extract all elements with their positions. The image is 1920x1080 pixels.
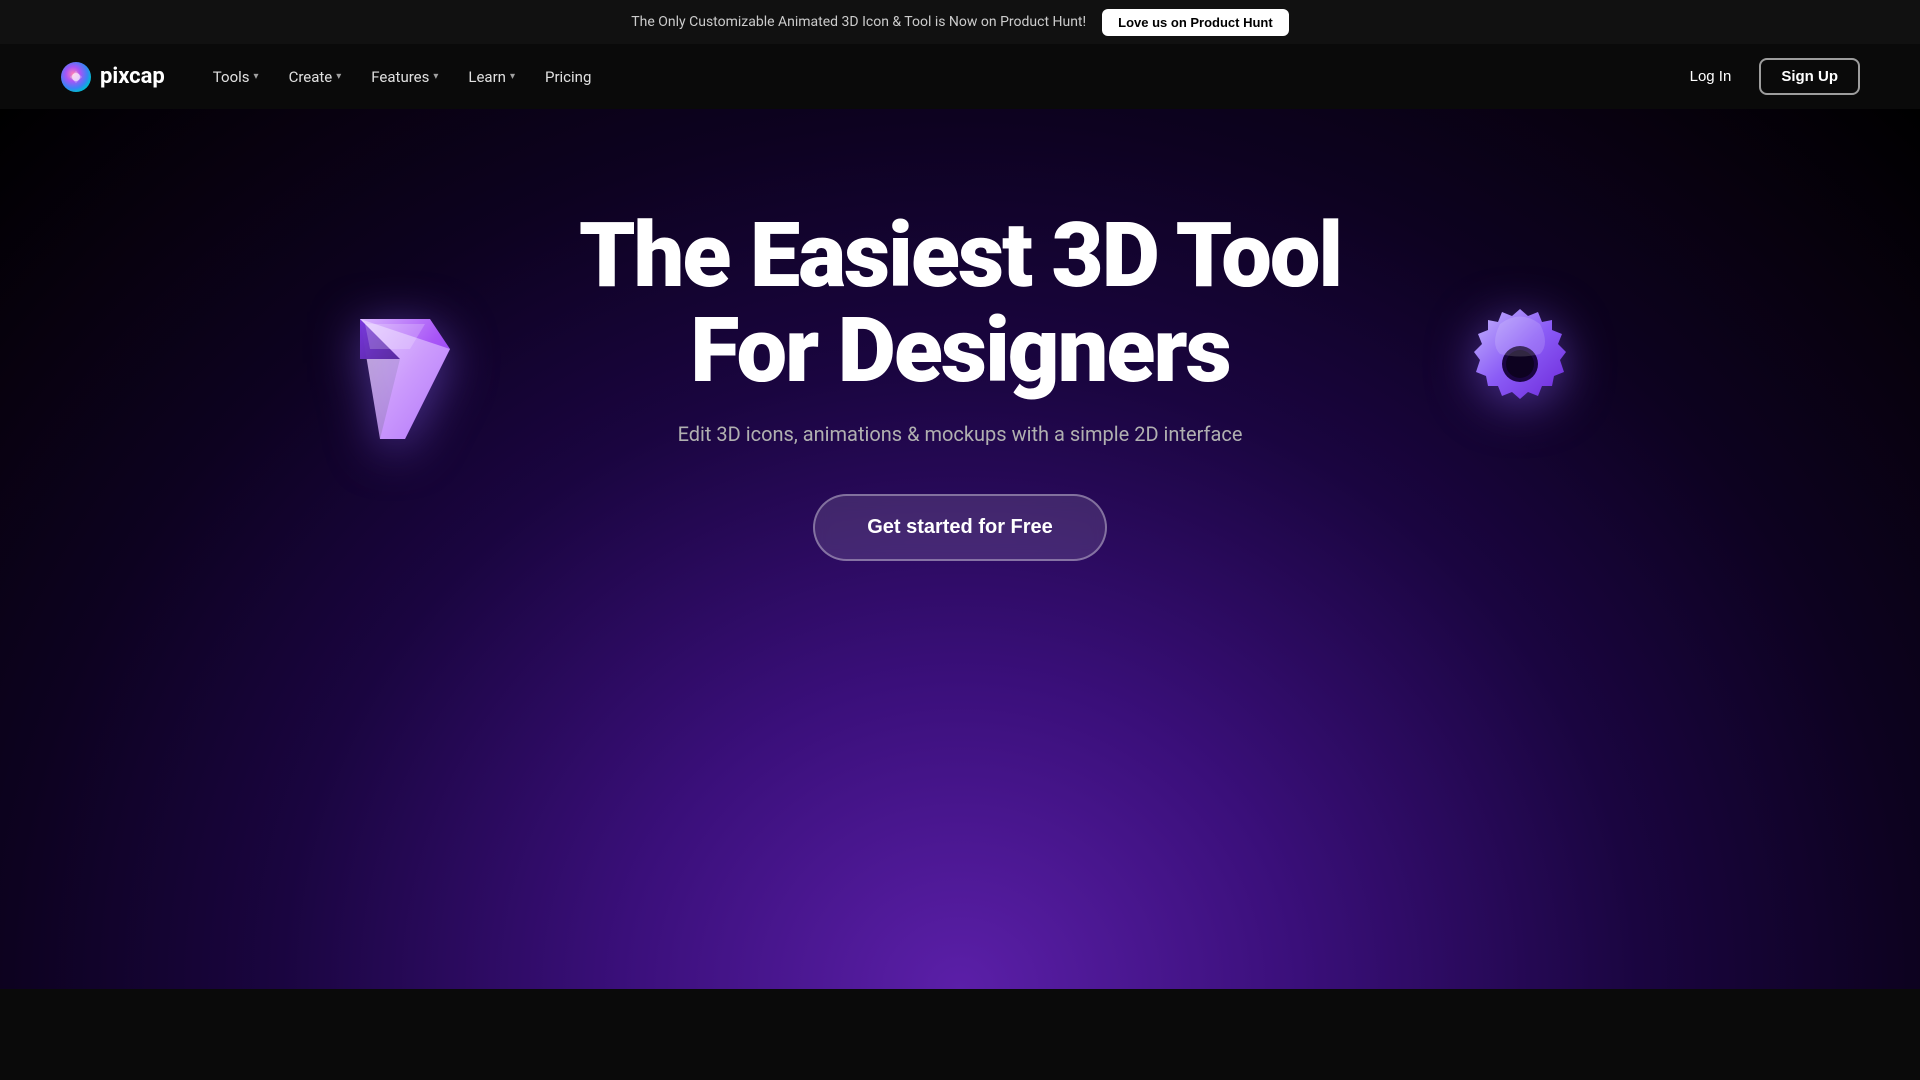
nav-tools-label: Tools xyxy=(213,68,250,86)
chevron-down-icon: ▾ xyxy=(510,71,515,82)
nav-menu: Tools ▾ Create ▾ Features ▾ Learn ▾ Pric… xyxy=(201,60,604,94)
chevron-down-icon: ▾ xyxy=(254,71,259,82)
chevron-down-icon: ▾ xyxy=(336,71,341,82)
signup-button[interactable]: Sign Up xyxy=(1759,58,1860,95)
nav-create-label: Create xyxy=(289,68,333,86)
arrow-3d-decoration xyxy=(340,299,470,459)
hero-content: The Easiest 3D Tool For Designers Edit 3… xyxy=(579,209,1341,561)
hero-subtitle: Edit 3D icons, animations & mockups with… xyxy=(579,422,1341,446)
product-hunt-button[interactable]: Love us on Product Hunt xyxy=(1102,9,1289,36)
logo-text: pixcap xyxy=(100,64,165,89)
nav-item-tools[interactable]: Tools ▾ xyxy=(201,60,271,94)
gear-3d-decoration xyxy=(1450,289,1590,449)
navigation: pixcap Tools ▾ Create ▾ Features ▾ Learn… xyxy=(0,44,1920,109)
logo[interactable]: pixcap xyxy=(60,61,165,93)
nav-item-create[interactable]: Create ▾ xyxy=(277,60,354,94)
hero-title-line1: The Easiest 3D Tool xyxy=(579,203,1341,308)
announcement-text: The Only Customizable Animated 3D Icon &… xyxy=(631,14,1086,30)
cta-button[interactable]: Get started for Free xyxy=(813,494,1107,561)
nav-item-pricing[interactable]: Pricing xyxy=(533,60,603,94)
nav-left: pixcap Tools ▾ Create ▾ Features ▾ Learn… xyxy=(60,60,603,94)
nav-item-learn[interactable]: Learn ▾ xyxy=(456,60,527,94)
nav-item-features[interactable]: Features ▾ xyxy=(359,60,450,94)
nav-features-label: Features xyxy=(371,68,429,86)
announcement-bar: The Only Customizable Animated 3D Icon &… xyxy=(0,0,1920,44)
hero-title: The Easiest 3D Tool For Designers xyxy=(579,209,1341,398)
nav-pricing-label: Pricing xyxy=(545,68,591,86)
hero-title-line2: For Designers xyxy=(690,298,1229,403)
hero-section: The Easiest 3D Tool For Designers Edit 3… xyxy=(0,109,1920,989)
nav-learn-label: Learn xyxy=(468,68,506,86)
logo-icon xyxy=(60,61,92,93)
chevron-down-icon: ▾ xyxy=(433,71,438,82)
login-button[interactable]: Log In xyxy=(1674,60,1748,93)
nav-right: Log In Sign Up xyxy=(1674,58,1860,95)
